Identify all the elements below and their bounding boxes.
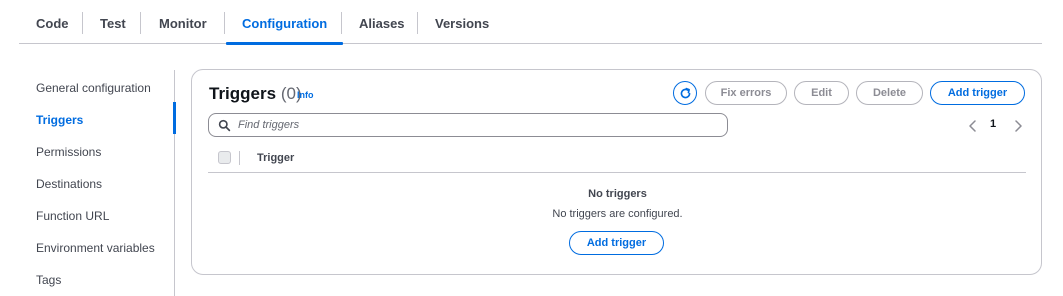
refresh-button[interactable] [673, 81, 697, 105]
tab-configuration[interactable]: Configuration [225, 0, 344, 45]
page-number[interactable]: 1 [990, 118, 996, 130]
table-header: Trigger [208, 147, 1026, 173]
chevron-left-icon[interactable] [966, 118, 980, 134]
empty-state-title: No triggers [588, 188, 647, 200]
sidenav-item-destinations[interactable]: Destinations [36, 177, 102, 191]
chevron-right-icon[interactable] [1011, 118, 1025, 134]
panel-title-text: Triggers [209, 84, 277, 103]
sidenav-item-triggers[interactable]: Triggers [36, 113, 83, 127]
delete-button[interactable]: Delete [856, 81, 923, 105]
sidenav-item-environment-variables[interactable]: Environment variables [36, 241, 155, 255]
info-link[interactable]: Info [297, 90, 314, 100]
sidenav-active-indicator [173, 102, 176, 134]
tab-divider [140, 12, 141, 34]
tab-test[interactable]: Test [100, 0, 126, 44]
search-icon [218, 119, 231, 132]
tab-versions[interactable]: Versions [435, 0, 489, 44]
fix-errors-button[interactable]: Fix errors [705, 81, 787, 105]
sidenav-item-permissions[interactable]: Permissions [36, 145, 101, 159]
tab-divider [417, 12, 418, 34]
tab-divider [341, 12, 342, 34]
tab-divider [224, 12, 225, 34]
tab-code[interactable]: Code [36, 0, 69, 44]
select-all-checkbox[interactable] [218, 151, 231, 164]
column-header-trigger[interactable]: Trigger [257, 152, 294, 164]
side-navigation: General configuration Triggers Permissio… [0, 70, 176, 296]
column-divider [239, 151, 240, 165]
tab-aliases[interactable]: Aliases [359, 0, 405, 44]
add-trigger-button[interactable]: Add trigger [930, 81, 1025, 105]
sidenav-item-function-url[interactable]: Function URL [36, 209, 109, 223]
tab-monitor[interactable]: Monitor [159, 0, 207, 44]
search-field [208, 113, 728, 137]
search-input[interactable] [238, 116, 718, 134]
edit-button[interactable]: Edit [794, 81, 849, 105]
tab-bar: Code Test Monitor Configuration Aliases … [19, 0, 1042, 45]
empty-add-trigger-button[interactable]: Add trigger [569, 231, 664, 255]
tab-divider [82, 12, 83, 34]
panel-title: Triggers (0) [209, 84, 302, 104]
sidenav-item-general-configuration[interactable]: General configuration [36, 81, 151, 95]
refresh-icon [680, 87, 690, 98]
sidenav-item-tags[interactable]: Tags [36, 273, 61, 287]
empty-state-description: No triggers are configured. [552, 208, 683, 220]
triggers-panel: Triggers (0) Info Fix errors Edit Delete… [191, 69, 1042, 275]
